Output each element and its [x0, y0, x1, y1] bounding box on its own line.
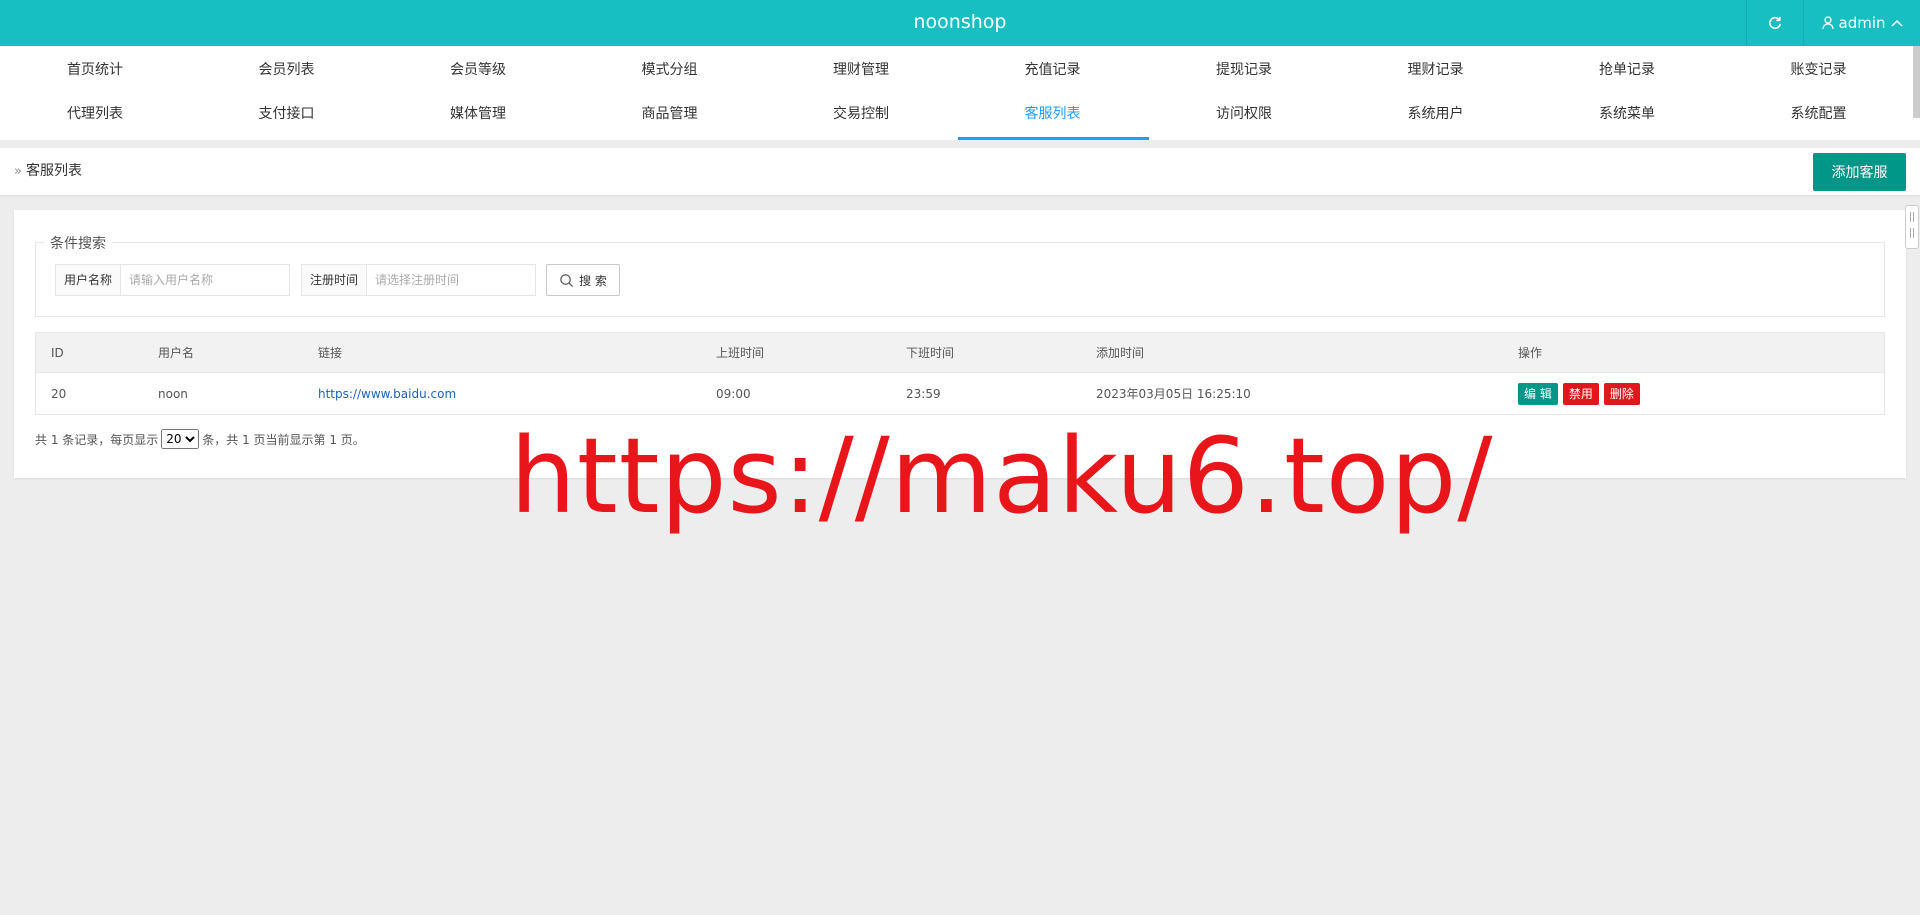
breadcrumb-current: 客服列表 [25, 163, 82, 179]
nav-item-dashboard[interactable]: 首页统计 [0, 46, 192, 93]
nav-item-payment-api[interactable]: 支付接口 [192, 93, 384, 140]
username-input[interactable] [121, 265, 289, 295]
nav-item-system-config[interactable]: 系统配置 [1724, 93, 1916, 140]
regtime-search-field: 注册时间 [301, 264, 536, 296]
breadcrumb: » 客服列表 [14, 148, 82, 195]
app-title: noonshop [913, 11, 1007, 33]
cell-added-time: 2023年03月05日 16:25:10 [1096, 387, 1251, 401]
nav-item-system-users[interactable]: 系统用户 [1341, 93, 1533, 140]
cell-link: https://www.baidu.com [303, 387, 701, 401]
nav-item-system-menu[interactable]: 系统菜单 [1532, 93, 1724, 140]
refresh-icon [1769, 16, 1782, 29]
nav-item-agents[interactable]: 代理列表 [0, 93, 192, 140]
nav-item-mode-groups[interactable]: 模式分组 [575, 46, 767, 93]
cell-actions: 编 辑 禁用 删除 [1503, 382, 1883, 405]
pager-suffix: 条，共 1 页当前显示第 1 页。 [202, 432, 365, 447]
cell-username: noon [158, 386, 188, 401]
service-link[interactable]: https://www.baidu.com [318, 387, 456, 401]
nav-item-recharge-records[interactable]: 充值记录 [958, 46, 1150, 93]
side-drag-handle[interactable] [1905, 205, 1919, 249]
cell-on-time: 09:00 [716, 386, 751, 401]
search-legend: 条件搜索 [44, 233, 112, 253]
nav-item-finance-management[interactable]: 理财管理 [766, 46, 958, 93]
nav-item-members[interactable]: 会员列表 [192, 46, 384, 93]
refresh-button[interactable] [1746, 0, 1803, 46]
username-label: admin [1838, 14, 1886, 32]
nav-item-order-grab-records[interactable]: 抢单记录 [1532, 46, 1724, 93]
search-button[interactable]: 搜 索 [546, 264, 620, 296]
grip-icon [1910, 228, 1914, 238]
add-customer-service-button[interactable]: 添加客服 [1813, 153, 1906, 191]
pagination: 共 1 条记录，每页显示 20 条，共 1 页当前显示第 1 页。 [35, 429, 365, 449]
grip-icon [1910, 212, 1914, 222]
col-header-username: 用户名 [158, 346, 195, 360]
page-size-select[interactable]: 20 [161, 429, 200, 449]
delete-button[interactable]: 删除 [1603, 382, 1640, 405]
main-nav: 首页统计 会员列表 会员等级 模式分组 理财管理 充值记录 提现记录 理财记录 … [0, 46, 1920, 140]
table-row: 20 noon https://www.baidu.com 09:00 23:5… [36, 373, 1884, 414]
nav-item-media[interactable]: 媒体管理 [383, 93, 575, 140]
col-header-link: 链接 [318, 346, 343, 360]
nav-item-member-levels[interactable]: 会员等级 [383, 46, 575, 93]
col-header-on-time: 上班时间 [716, 346, 765, 360]
nav-scrollbar[interactable] [1913, 46, 1920, 118]
nav-item-finance-records[interactable]: 理财记录 [1341, 46, 1533, 93]
breadcrumb-bar: » 客服列表 [0, 148, 1920, 195]
col-header-added-time: 添加时间 [1096, 346, 1145, 360]
username-field-label: 用户名称 [56, 265, 121, 295]
search-button-label: 搜 索 [579, 273, 607, 288]
table-header-row: ID 用户名 链接 上班时间 下班时间 添加时间 操作 [36, 333, 1884, 373]
username-search-field: 用户名称 [55, 264, 290, 296]
nav-item-withdraw-records[interactable]: 提现记录 [1149, 46, 1341, 93]
nav-item-trade-control[interactable]: 交易控制 [766, 93, 958, 140]
regtime-field-label: 注册时间 [302, 265, 367, 295]
user-menu-button[interactable]: admin [1803, 0, 1920, 46]
cell-off-time: 23:59 [906, 386, 941, 401]
col-header-off-time: 下班时间 [906, 346, 955, 360]
nav-item-customer-service[interactable]: 客服列表 [957, 93, 1150, 140]
nav-item-balance-change-records[interactable]: 账变记录 [1724, 46, 1916, 93]
cell-id: 20 [51, 386, 67, 401]
double-chevron-right-icon: » [14, 164, 22, 179]
nav-item-access-permissions[interactable]: 访问权限 [1149, 93, 1341, 140]
pager-prefix: 共 1 条记录，每页显示 [35, 432, 159, 447]
disable-button[interactable]: 禁用 [1562, 382, 1599, 405]
regtime-input[interactable] [367, 265, 535, 295]
customer-service-table: ID 用户名 链接 上班时间 下班时间 添加时间 操作 20 noon http… [35, 332, 1885, 415]
col-header-id: ID [51, 345, 64, 360]
nav-item-products[interactable]: 商品管理 [575, 93, 767, 140]
watermark-text: https://maku6.top/ [510, 415, 1494, 537]
chevron-up-icon [1890, 19, 1903, 27]
top-header: noonshop admin [0, 0, 1920, 46]
search-icon [560, 273, 574, 287]
user-icon [1821, 16, 1834, 30]
col-header-actions: 操作 [1518, 346, 1543, 360]
edit-button[interactable]: 编 辑 [1518, 382, 1558, 405]
